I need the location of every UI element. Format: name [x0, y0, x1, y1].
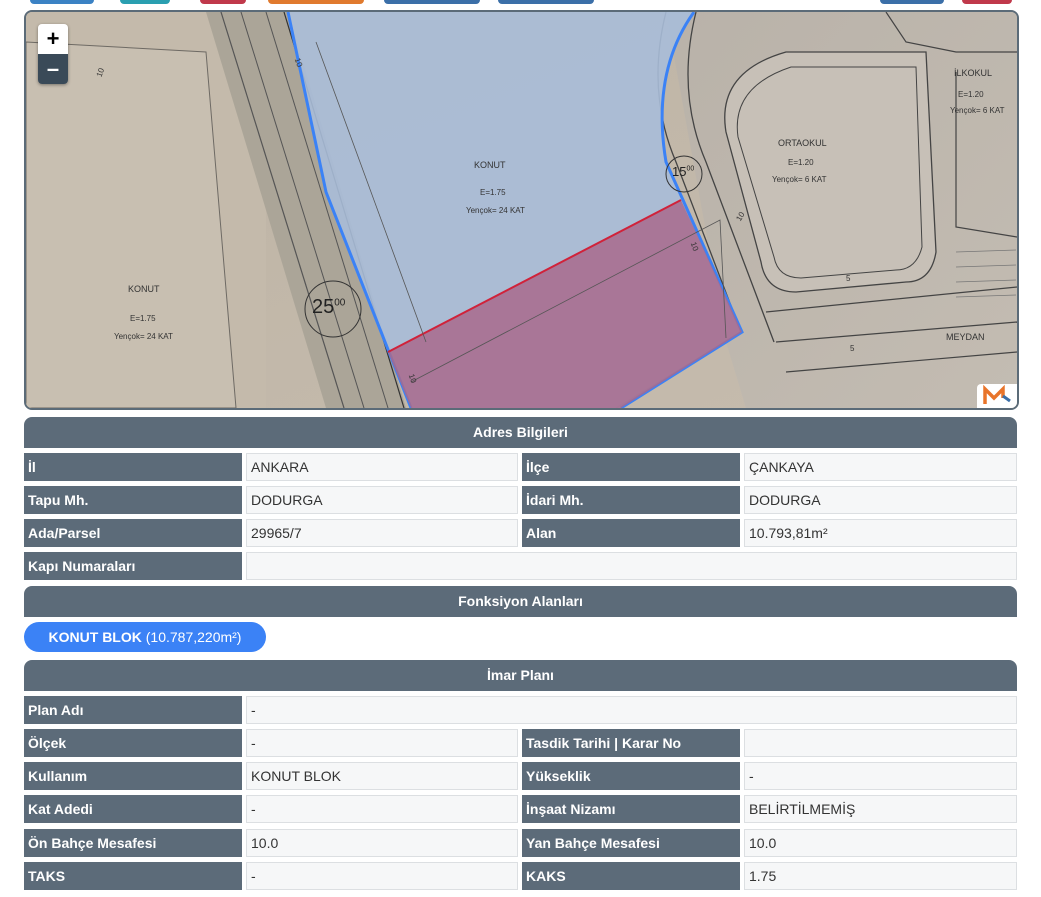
idari-mh-value: DODURGA: [744, 486, 1017, 514]
map-label-konut-left-h: Yençok= 24 KAT: [114, 332, 173, 341]
map-label-setback-7: 5: [850, 344, 855, 353]
function-area-pill[interactable]: KONUT BLOK (10.787,220m²): [24, 622, 266, 652]
kapi-numaralari-value: [246, 552, 1017, 580]
tapu-mh-value: DODURGA: [246, 486, 518, 514]
toolbar-button-5[interactable]: [384, 0, 480, 4]
map-label-road-25: 2500: [312, 296, 345, 319]
yukseklik-label: Yükseklik: [522, 762, 740, 790]
insaat-nizami-value: BELİRTİLMEMİŞ: [744, 795, 1017, 823]
functions-section-title: Fonksiyon Alanları: [24, 586, 1017, 617]
taks-value: -: [246, 862, 518, 890]
map-provider-logo[interactable]: [977, 384, 1017, 408]
map-label-ilkokul-h: Yençok= 6 KAT: [950, 106, 1005, 115]
kaks-label: KAKS: [522, 862, 740, 890]
plan-adi-value: -: [246, 696, 1017, 724]
plan-adi-label: Plan Adı: [24, 696, 242, 724]
map-label-ortaokul: ORTAOKUL: [778, 138, 827, 148]
map-label-ortaokul-e: E=1.20: [788, 158, 814, 167]
toolbar-button-2[interactable]: [120, 0, 170, 4]
map-label-setback-6: 5: [846, 274, 851, 283]
insaat-nizami-label: İnşaat Nizamı: [522, 795, 740, 823]
address-section-title: Adres Bilgileri: [24, 417, 1017, 448]
idari-mh-label: İdari Mh.: [522, 486, 740, 514]
tasdik-label: Tasdik Tarihi | Karar No: [522, 729, 740, 757]
kaks-value: 1.75: [744, 862, 1017, 890]
top-toolbar: [0, 0, 1041, 6]
ilce-value: ÇANKAYA: [744, 453, 1017, 481]
map-label-konut-main-h: Yençok= 24 KAT: [466, 206, 525, 215]
map-label-konut-left-e: E=1.75: [130, 314, 156, 323]
map-label-konut-main-e: E=1.75: [480, 188, 506, 197]
alan-value: 10.793,81m²: [744, 519, 1017, 547]
ilce-label: İlçe: [522, 453, 740, 481]
ada-parsel-label: Ada/Parsel: [24, 519, 242, 547]
road-15-value: 15: [672, 164, 687, 179]
imar-section-title: İmar Planı: [24, 660, 1017, 691]
tapu-mh-label: Tapu Mh.: [24, 486, 242, 514]
yukseklik-value: -: [744, 762, 1017, 790]
on-bahce-value: 10.0: [246, 829, 518, 857]
kat-adedi-label: Kat Adedi: [24, 795, 242, 823]
alan-label: Alan: [522, 519, 740, 547]
toolbar-button-7[interactable]: [880, 0, 944, 4]
road-15-sup: 00: [686, 165, 695, 173]
road-25-value: 25: [312, 296, 335, 318]
zoom-out-button[interactable]: –: [38, 54, 68, 84]
function-area-name: KONUT BLOK: [48, 629, 142, 645]
function-area-size: (10.787,220m²): [145, 629, 242, 645]
kullanim-value: KONUT BLOK: [246, 762, 518, 790]
zoom-in-button[interactable]: +: [38, 24, 68, 54]
toolbar-button-3[interactable]: [200, 0, 246, 4]
kat-adedi-value: -: [246, 795, 518, 823]
il-label: İl: [24, 453, 242, 481]
toolbar-button-8[interactable]: [962, 0, 1012, 4]
toolbar-button-1[interactable]: [30, 0, 94, 4]
kapi-numaralari-label: Kapı Numaraları: [24, 552, 242, 580]
kullanim-label: Kullanım: [24, 762, 242, 790]
on-bahce-label: Ön Bahçe Mesafesi: [24, 829, 242, 857]
toolbar-button-4[interactable]: [268, 0, 364, 4]
map-label-meydan: MEYDAN: [946, 332, 985, 342]
tasdik-value: [744, 729, 1017, 757]
yan-bahce-label: Yan Bahçe Mesafesi: [522, 829, 740, 857]
map-label-ilkokul-e: E=1.20: [958, 90, 984, 99]
olcek-label: Ölçek: [24, 729, 242, 757]
taks-label: TAKS: [24, 862, 242, 890]
map-label-ilkokul: İLKOKUL: [954, 68, 993, 78]
road-25-sup: 00: [334, 297, 346, 309]
map-label-konut-left: KONUT: [128, 284, 160, 294]
toolbar-button-6[interactable]: [498, 0, 594, 4]
olcek-value: -: [246, 729, 518, 757]
il-value: ANKARA: [246, 453, 518, 481]
logo-mark-icon: [983, 384, 1011, 404]
map-label-road-15: 1500: [672, 164, 694, 179]
ada-parsel-value: 29965/7: [246, 519, 518, 547]
map-label-ortaokul-h: Yençok= 6 KAT: [772, 175, 827, 184]
yan-bahce-value: 10.0: [744, 829, 1017, 857]
map-label-konut-main: KONUT: [474, 160, 506, 170]
zoom-control: + –: [38, 24, 68, 84]
zoning-map[interactable]: KONUT E=1.75 Yençok= 24 KAT KONUT E=1.75…: [24, 10, 1019, 410]
